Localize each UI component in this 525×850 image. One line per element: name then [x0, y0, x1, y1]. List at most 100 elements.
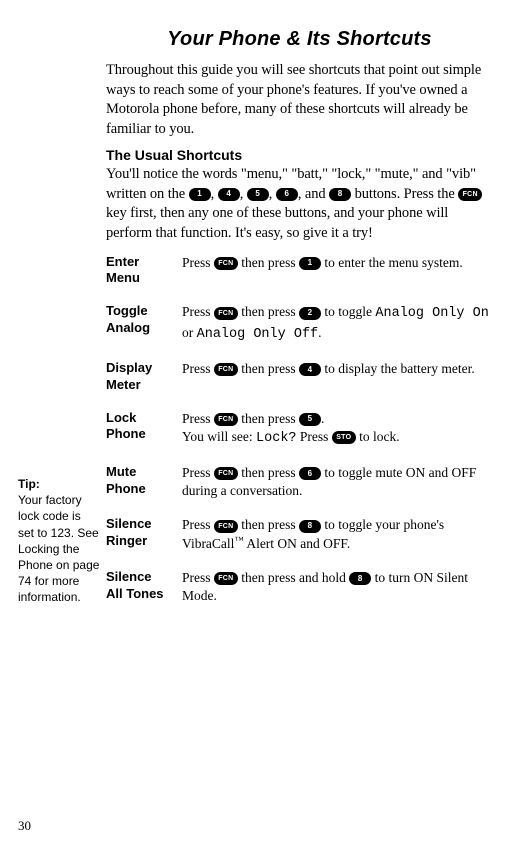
- text: key first, then any one of these buttons…: [106, 205, 448, 241]
- text: to toggle: [321, 304, 375, 319]
- shortcut-label: Silence Ringer: [106, 516, 170, 552]
- text: then press: [238, 304, 299, 319]
- key-fcn-icon: FCN: [214, 520, 238, 533]
- text: Silence: [106, 516, 152, 531]
- text: Press: [182, 570, 214, 585]
- key-5-icon: 5: [247, 188, 269, 201]
- text: Press: [182, 411, 214, 426]
- shortcut-row: Toggle Analog Press FCN then press 2 to …: [106, 303, 493, 343]
- key-5-icon: 5: [299, 413, 321, 426]
- text: Press: [182, 255, 214, 270]
- shortcut-desc: Press FCN then press 5. You will see: Lo…: [182, 410, 493, 448]
- text: then press: [238, 361, 299, 376]
- tip-heading: Tip:: [18, 476, 100, 492]
- shortcut-desc: Press FCN then press 4 to display the ba…: [182, 360, 493, 394]
- shortcut-row: Enter Menu Press FCN then press 1 to ent…: [106, 254, 493, 288]
- text: then press: [238, 465, 299, 480]
- text: .: [321, 411, 324, 426]
- key-8-icon: 8: [299, 520, 321, 533]
- shortcut-label: Display Meter: [106, 360, 170, 394]
- text: Phone: [106, 426, 146, 441]
- text: ,: [211, 186, 218, 202]
- text: then press and hold: [238, 570, 349, 585]
- shortcut-desc: Press FCN then press 1 to enter the menu…: [182, 254, 493, 288]
- text: Toggle: [106, 303, 148, 318]
- text: .: [318, 325, 321, 340]
- text: Mute: [106, 464, 136, 479]
- shortcut-row: Display Meter Press FCN then press 4 to …: [106, 360, 493, 394]
- shortcut-label: Mute Phone: [106, 464, 170, 500]
- text: or: [182, 325, 197, 340]
- key-1-icon: 1: [189, 188, 211, 201]
- key-fcn-icon: FCN: [214, 257, 238, 270]
- lcd-text: Lock?: [256, 431, 297, 446]
- text: then press: [238, 517, 299, 532]
- text: Press: [297, 429, 332, 444]
- shortcut-row: Silence Ringer Press FCN then press 8 to…: [106, 516, 493, 552]
- trademark-symbol: ™: [234, 536, 243, 546]
- key-6-icon: 6: [276, 188, 298, 201]
- text: , and: [298, 186, 329, 202]
- usual-shortcuts-heading: The Usual Shortcuts: [106, 147, 493, 163]
- shortcut-desc: Press FCN then press and hold 8 to turn …: [182, 569, 493, 605]
- text: Ringer: [106, 533, 147, 548]
- shortcut-label: Lock Phone: [106, 410, 170, 448]
- text: Press: [182, 517, 214, 532]
- shortcut-desc: Press FCN then press 8 to toggle your ph…: [182, 516, 493, 552]
- text: Press: [182, 361, 214, 376]
- text: Press: [182, 304, 214, 319]
- page-title: Your Phone & Its Shortcuts: [106, 28, 493, 51]
- text: then press: [238, 411, 299, 426]
- text: Menu: [106, 270, 140, 285]
- key-fcn-icon: FCN: [214, 572, 238, 585]
- text: to lock.: [356, 429, 400, 444]
- text: Press: [182, 465, 214, 480]
- text: You will see:: [182, 429, 256, 444]
- text: Phone: [106, 481, 146, 496]
- text: Analog: [106, 320, 150, 335]
- shortcut-row: Lock Phone Press FCN then press 5. You w…: [106, 410, 493, 448]
- text: Meter: [106, 377, 141, 392]
- lcd-text: Analog Only On: [375, 306, 488, 321]
- text: Alert ON and OFF.: [244, 536, 351, 551]
- key-fcn-icon: FCN: [214, 413, 238, 426]
- text: Silence: [106, 569, 152, 584]
- main-column: Your Phone & Its Shortcuts Throughout th…: [106, 28, 493, 621]
- shortcut-row: Mute Phone Press FCN then press 6 to tog…: [106, 464, 493, 500]
- shortcut-label: Silence All Tones: [106, 569, 170, 605]
- shortcuts-table: Enter Menu Press FCN then press 1 to ent…: [106, 254, 493, 606]
- text: Enter: [106, 254, 139, 269]
- shortcut-label: Toggle Analog: [106, 303, 170, 343]
- key-fcn-icon: FCN: [458, 188, 482, 201]
- key-4-icon: 4: [218, 188, 240, 201]
- shortcut-row: Silence All Tones Press FCN then press a…: [106, 569, 493, 605]
- tip-body: Your factory lock code is set to 123. Se…: [18, 492, 100, 605]
- text: Lock: [106, 410, 136, 425]
- text: ,: [269, 186, 276, 202]
- text: ,: [240, 186, 247, 202]
- key-sto-icon: STO: [332, 431, 356, 444]
- text: buttons. Press the: [351, 186, 458, 202]
- sidebar-tip: Tip: Your factory lock code is set to 12…: [18, 28, 100, 621]
- key-fcn-icon: FCN: [214, 363, 238, 376]
- shortcut-desc: Press FCN then press 2 to toggle Analog …: [182, 303, 493, 343]
- text: to enter the menu system.: [321, 255, 463, 270]
- key-fcn-icon: FCN: [214, 307, 238, 320]
- shortcut-desc: Press FCN then press 6 to toggle mute ON…: [182, 464, 493, 500]
- page-content: Tip: Your factory lock code is set to 12…: [0, 0, 525, 621]
- text: All Tones: [106, 586, 164, 601]
- key-2-icon: 2: [299, 307, 321, 320]
- key-8-icon: 8: [329, 188, 351, 201]
- page-number: 30: [18, 818, 31, 834]
- text: Display: [106, 360, 152, 375]
- key-fcn-icon: FCN: [214, 467, 238, 480]
- text: then press: [238, 255, 299, 270]
- text: to display the battery meter.: [321, 361, 475, 376]
- key-4-icon: 4: [299, 363, 321, 376]
- shortcut-label: Enter Menu: [106, 254, 170, 288]
- usual-shortcuts-paragraph: You'll notice the words "menu," "batt," …: [106, 165, 493, 243]
- key-6-icon: 6: [299, 467, 321, 480]
- lcd-text: Analog Only Off: [197, 327, 319, 342]
- key-1-icon: 1: [299, 257, 321, 270]
- key-8-icon: 8: [349, 572, 371, 585]
